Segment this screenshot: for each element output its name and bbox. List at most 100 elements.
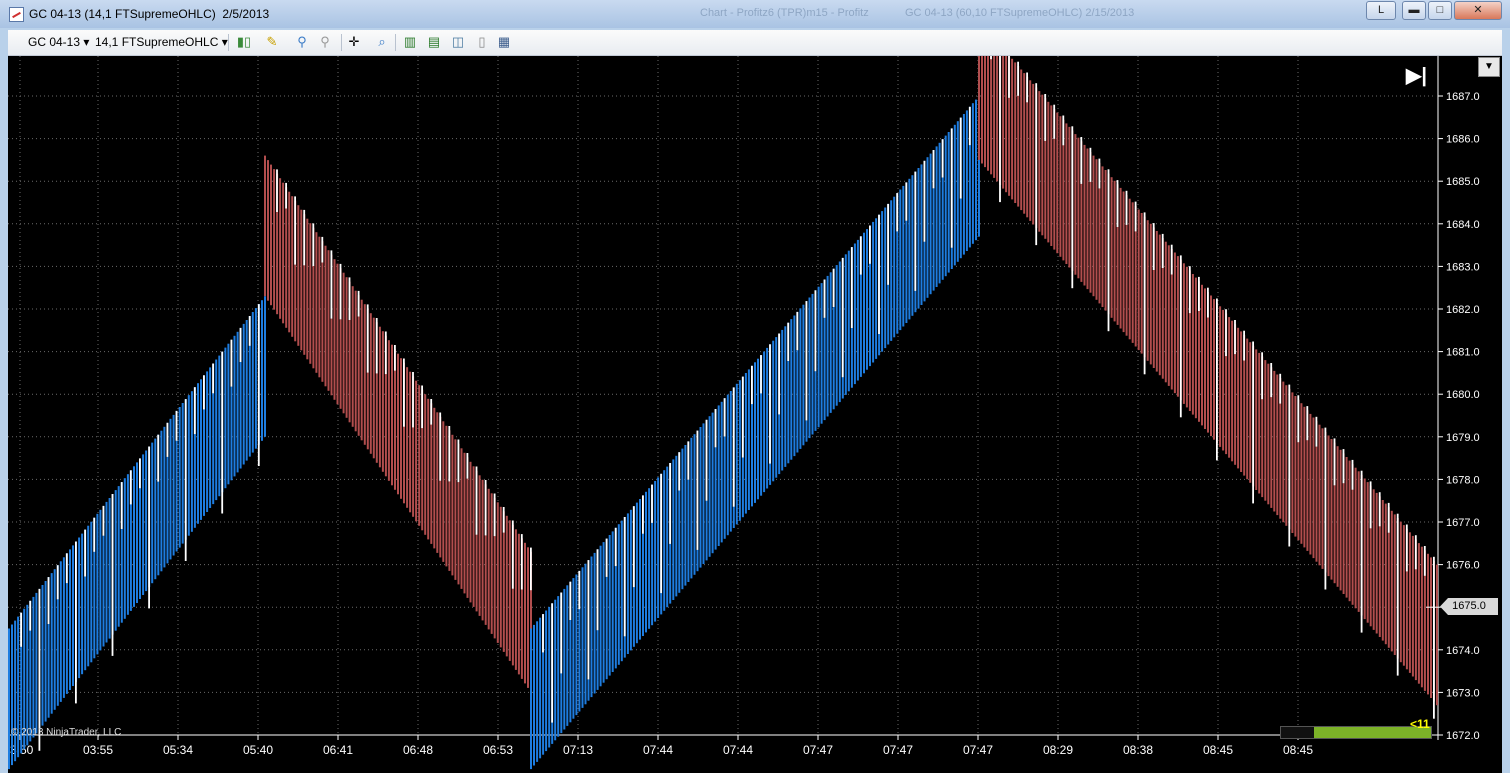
bar-wick bbox=[569, 581, 572, 620]
down-bar bbox=[1104, 170, 1107, 311]
up-bar bbox=[178, 407, 181, 548]
bar-wick bbox=[65, 553, 68, 584]
bar-wick bbox=[339, 263, 342, 320]
up-bar bbox=[899, 189, 902, 331]
up-bar bbox=[763, 351, 766, 493]
bar-wick bbox=[212, 363, 214, 394]
down-bar bbox=[1119, 187, 1122, 329]
up-bar bbox=[236, 331, 239, 473]
toolbar-separator bbox=[395, 34, 396, 51]
strategies-icon[interactable]: ◫ bbox=[450, 34, 466, 50]
maximize-button[interactable]: □ bbox=[1428, 1, 1452, 20]
instrument-selector[interactable]: GC 04-13 ▾ bbox=[28, 35, 89, 49]
up-bar bbox=[681, 448, 684, 590]
down-bar bbox=[1158, 234, 1161, 376]
up-bar bbox=[726, 394, 729, 536]
down-bar bbox=[1255, 349, 1258, 490]
bar-wick bbox=[723, 398, 726, 437]
bar-type-selector[interactable]: 14,1 FTSupremeOHLC ▾ bbox=[95, 35, 228, 49]
up-bar bbox=[209, 367, 212, 508]
up-bar bbox=[917, 168, 920, 309]
bar-wick bbox=[303, 209, 306, 266]
chart-menu-dropdown-button[interactable]: ▼ bbox=[1478, 57, 1500, 77]
up-bar bbox=[648, 488, 651, 629]
pin-icon[interactable]: ⚲ bbox=[294, 34, 310, 50]
close-button[interactable]: ✕ bbox=[1454, 1, 1502, 20]
up-bar bbox=[799, 308, 802, 449]
down-bar bbox=[1375, 492, 1378, 634]
link-button[interactable]: L bbox=[1366, 1, 1396, 20]
up-bar bbox=[708, 416, 711, 557]
up-bar bbox=[956, 121, 959, 262]
down-bar bbox=[1191, 274, 1194, 415]
up-bar bbox=[172, 414, 175, 556]
templates-icon[interactable]: ▦ bbox=[496, 34, 512, 50]
up-bar bbox=[251, 312, 254, 453]
bar-wick bbox=[1342, 449, 1345, 484]
bar-wick bbox=[1333, 438, 1336, 486]
price-axis-label: 1674.0 bbox=[1446, 645, 1480, 657]
price-chart[interactable]: 1687.0 1686.0 1685.0 1684.0 1683.0 1682.0 1681… bbox=[8, 56, 1502, 773]
down-bar bbox=[1029, 80, 1032, 221]
bar-wick bbox=[760, 355, 762, 394]
chart-panel[interactable]: 1687.0 1686.0 1685.0 1684.0 1683.0 1682.0 1681… bbox=[8, 56, 1502, 773]
down-bar bbox=[1155, 231, 1158, 372]
down-bar bbox=[1246, 338, 1249, 480]
up-bar bbox=[875, 218, 878, 359]
down-bar bbox=[427, 398, 430, 540]
up-bar bbox=[947, 132, 950, 273]
down-bar bbox=[363, 304, 366, 445]
up-bar bbox=[105, 501, 108, 643]
up-bar bbox=[44, 581, 47, 722]
up-bar bbox=[53, 569, 56, 710]
up-bar bbox=[602, 542, 605, 683]
bar-wick bbox=[120, 482, 123, 529]
bar-wick bbox=[248, 316, 251, 346]
time-axis-label: 07:47 bbox=[803, 743, 833, 757]
up-bar bbox=[962, 114, 965, 255]
up-bar bbox=[169, 418, 172, 560]
down-bar bbox=[315, 232, 318, 373]
up-bar bbox=[738, 380, 741, 521]
time-axis-label: 08:38 bbox=[1123, 743, 1153, 757]
down-bar bbox=[1041, 94, 1044, 236]
down-bar bbox=[1005, 56, 1008, 193]
up-bar bbox=[811, 293, 814, 435]
drawing-pencil-icon[interactable]: ✎ bbox=[264, 34, 280, 50]
down-bar bbox=[1372, 489, 1375, 630]
bar-wick bbox=[669, 463, 671, 544]
down-bar bbox=[1348, 460, 1351, 602]
down-bar bbox=[1363, 478, 1366, 620]
bar-wick bbox=[1098, 158, 1101, 189]
bar-wick bbox=[751, 365, 753, 405]
down-bar bbox=[351, 286, 354, 427]
down-bar bbox=[415, 380, 418, 522]
down-bar bbox=[1327, 435, 1330, 577]
bar-wick bbox=[1207, 287, 1209, 318]
zoom-icon[interactable]: ⌕ bbox=[374, 34, 390, 50]
bar-wick bbox=[375, 318, 378, 374]
pin-gray-icon[interactable]: ⚲ bbox=[317, 34, 333, 50]
up-bar bbox=[548, 606, 551, 748]
down-bar bbox=[1321, 428, 1324, 569]
jump-to-end-icon[interactable]: ▶| bbox=[1406, 63, 1427, 88]
bar-style-icon[interactable]: ▮▯ bbox=[236, 34, 252, 50]
bar-wick bbox=[999, 56, 1001, 203]
down-bar bbox=[499, 506, 502, 648]
indicators-icon[interactable]: ▤ bbox=[426, 34, 442, 50]
down-bar bbox=[1366, 482, 1369, 623]
minimize-button[interactable]: ▬ bbox=[1402, 1, 1426, 20]
bar-wick bbox=[823, 279, 826, 318]
bar-wick bbox=[814, 290, 817, 372]
down-bar bbox=[400, 358, 402, 499]
bar-wick bbox=[239, 327, 242, 362]
bar-wick bbox=[832, 268, 835, 307]
down-bar bbox=[442, 421, 445, 562]
bar-wick bbox=[520, 534, 523, 590]
data-box-icon[interactable]: ▥ bbox=[402, 34, 418, 50]
down-bar bbox=[1122, 191, 1125, 333]
down-bar bbox=[514, 529, 517, 670]
crosshair-icon[interactable]: ✛ bbox=[346, 34, 362, 50]
down-bar bbox=[354, 290, 357, 432]
properties-icon[interactable]: ▯ bbox=[474, 34, 490, 50]
